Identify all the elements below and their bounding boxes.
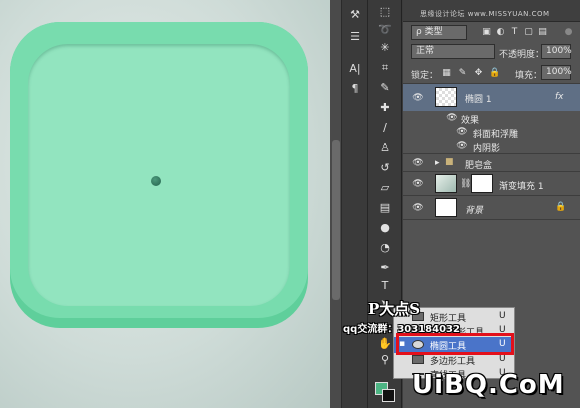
dodge-tool-icon[interactable]: ◔ (377, 240, 393, 256)
paragraph-icon[interactable]: ¶ (347, 82, 363, 96)
fill-field[interactable]: 100% (541, 65, 572, 80)
effect-bevel-row[interactable]: 👁 斜面和浮雕 (403, 125, 580, 140)
qq-number: 303184032 (397, 324, 460, 335)
gradient-eye-icon[interactable]: 👁 (411, 179, 425, 189)
qq-watermark: qq交流群：303184032 (343, 320, 460, 335)
ellipse-shape (151, 176, 161, 186)
layer-effects-row[interactable]: 👁 效果 (403, 111, 580, 126)
stamp-tool-icon[interactable]: ♙ (377, 140, 393, 156)
group-expand-icon[interactable]: ▸ (435, 158, 440, 168)
opacity-field[interactable]: 100% (541, 44, 572, 59)
layer-gradient-fill[interactable]: 👁 ⛓ 渐变填充 1 (403, 171, 580, 195)
layer-thumbnail (435, 87, 457, 107)
scrollbar-thumb[interactable] (332, 140, 340, 300)
qq-label: qq交流群： (343, 324, 398, 335)
group-name[interactable]: 肥皂盒 (465, 158, 492, 171)
healing-brush-icon[interactable]: ✚ (377, 100, 393, 116)
marquee-tool-icon[interactable]: ⬚ (377, 4, 393, 20)
history-brush-icon[interactable]: ↺ (377, 160, 393, 176)
effects-eye-icon[interactable]: 👁 (445, 113, 459, 123)
background-eye-icon[interactable]: 👁 (411, 203, 425, 213)
uibq-watermark: UiBQ.CoM (412, 370, 565, 400)
panel-dock: ⚒ ☰ A| ¶ (342, 0, 368, 408)
bevel-eye-icon[interactable]: 👁 (455, 127, 469, 137)
visibility-eye-icon[interactable]: 👁 (411, 93, 425, 103)
filter-pixel-icon[interactable]: ▣ (481, 27, 492, 38)
zoom-tool-icon[interactable]: ⚲ (377, 352, 393, 368)
brush-presets-icon[interactable]: ⚒ (347, 8, 363, 22)
chain-link-icon[interactable]: ⛓ (460, 179, 471, 189)
hand-tool-icon[interactable]: ✋ (377, 336, 393, 352)
lock-all-icon[interactable]: 🔒 (489, 68, 500, 79)
filter-toggle-icon[interactable]: ● (563, 27, 574, 38)
blur-tool-icon[interactable]: ● (377, 220, 393, 236)
folder-icon: ■ (445, 157, 454, 167)
magic-wand-icon[interactable]: ✳ (377, 40, 393, 56)
effect-inner-shadow-row[interactable]: 👁 内阴影 (403, 139, 580, 154)
filter-smart-icon[interactable]: ▤ (537, 27, 548, 38)
lock-transparent-icon[interactable]: ▦ (441, 68, 452, 79)
highlight-box (396, 333, 514, 355)
group-eye-icon[interactable]: 👁 (411, 158, 425, 168)
filter-adjust-icon[interactable]: ◐ (495, 27, 506, 38)
adjust-icon[interactable]: ☰ (347, 30, 363, 44)
gradient-tool-icon[interactable]: ▤ (377, 200, 393, 216)
lasso-tool-icon[interactable]: ➰ (377, 22, 393, 38)
character-icon[interactable]: A| (347, 62, 363, 76)
fill-label: 填充： (515, 71, 543, 81)
background-color-swatch[interactable] (382, 389, 395, 402)
layer-background[interactable]: 👁 背景 🔒 (403, 195, 580, 219)
crop-tool-icon[interactable]: ⌗ (377, 60, 393, 76)
layer-name[interactable]: 背景 (465, 203, 483, 216)
lock-position-icon[interactable]: ✥ (473, 68, 484, 79)
background-thumbnail (435, 198, 457, 217)
filter-type-icon[interactable]: T (509, 27, 520, 38)
shortcut-key: U (499, 354, 506, 364)
type-tool-icon[interactable]: T (377, 278, 393, 294)
pen-tool-icon[interactable]: ✒ (377, 260, 393, 276)
site-watermark: 思缘设计论坛 www.MISSYUAN.COM (420, 10, 550, 18)
inner-shadow-eye-icon[interactable]: 👁 (455, 141, 469, 151)
eraser-tool-icon[interactable]: ▱ (377, 180, 393, 196)
document-canvas[interactable] (0, 0, 330, 408)
mask-thumbnail (471, 174, 493, 193)
layer-name[interactable]: 渐变填充 1 (499, 179, 544, 192)
filter-shape-icon[interactable]: ▢ (523, 27, 534, 38)
gradient-thumbnail (435, 174, 457, 193)
lock-icon: 🔒 (555, 202, 567, 212)
polygon-icon (412, 355, 424, 364)
opacity-label: 不透明度： (499, 50, 545, 60)
layer-name[interactable]: 椭圆 1 (465, 92, 492, 105)
eyedropper-icon[interactable]: ✎ (377, 80, 393, 96)
fx-icon[interactable]: fx (555, 92, 564, 102)
lock-label: 锁定： (411, 71, 439, 81)
brand-watermark: P大点S (368, 300, 421, 318)
lock-pixels-icon[interactable]: ✎ (457, 68, 468, 79)
layer-filter-select[interactable]: ρ 类型 (411, 25, 467, 40)
soap-box-inner (28, 44, 290, 306)
layer-ellipse-1[interactable]: 👁 椭圆 1 fx (403, 83, 580, 111)
layer-group-soapbox[interactable]: 👁 ▸ ■ 肥皂盒 (403, 153, 580, 171)
blend-mode-select[interactable]: 正常 (411, 44, 495, 59)
brush-tool-icon[interactable]: ∕ (377, 120, 393, 136)
shortcut-key: U (499, 311, 506, 321)
